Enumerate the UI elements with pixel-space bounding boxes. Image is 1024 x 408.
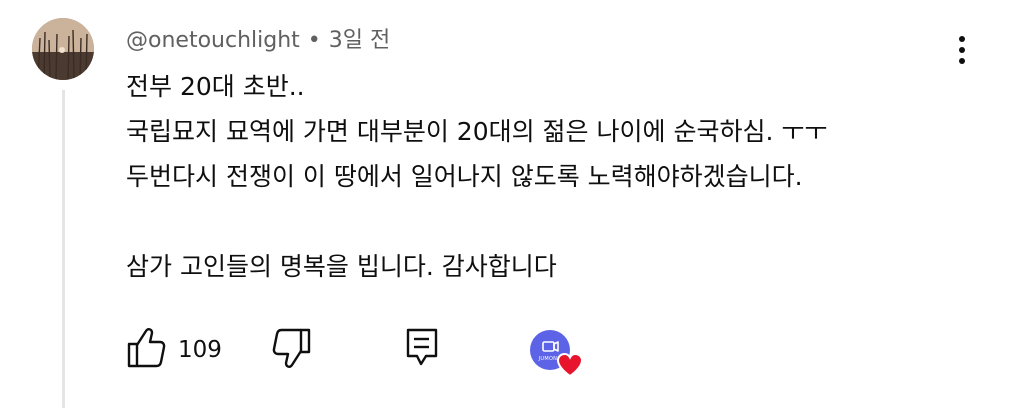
separator-dot: • bbox=[307, 28, 321, 53]
more-vert-icon bbox=[959, 36, 965, 64]
reply-button[interactable] bbox=[404, 326, 440, 374]
comment-line: 국립묘지 묘역에 가면 대부분이 20대의 젊은 나이에 순국하심. ㅜㅜ bbox=[126, 117, 828, 146]
reply-comment-icon bbox=[406, 328, 438, 366]
avatar-image bbox=[32, 18, 94, 80]
timestamp[interactable]: 3일 전 bbox=[329, 28, 390, 53]
comment-item: @onetouchlight • 3일 전 전부 20대 초반.. 국립묘지 묘역에… bbox=[0, 0, 1024, 408]
like-button[interactable] bbox=[126, 326, 166, 374]
thumb-up-icon bbox=[127, 328, 166, 368]
comment-line: 두번다시 전쟁이 이 땅에서 일어나지 않도록 노력해야하겠습니다. bbox=[126, 162, 803, 191]
comment-line-blank bbox=[126, 199, 827, 244]
comment-line: 삼가 고인들의 명복을 빕니다. 감사합니다 bbox=[126, 252, 557, 281]
author-name[interactable]: @onetouchlight bbox=[126, 28, 300, 53]
like-count: 109 bbox=[178, 337, 222, 363]
heart-icon bbox=[556, 352, 584, 378]
comment-line: 전부 20대 초반.. bbox=[126, 72, 305, 101]
creator-heart-badge[interactable]: JUMONG bbox=[530, 330, 586, 380]
comment-text: 전부 20대 초반.. 국립묘지 묘역에 가면 대부분이 20대의 젊은 나이에… bbox=[126, 64, 827, 289]
thread-line bbox=[62, 90, 65, 408]
avatar[interactable] bbox=[32, 18, 94, 80]
dislike-button[interactable] bbox=[272, 326, 312, 374]
action-menu-button[interactable] bbox=[950, 34, 974, 66]
thumb-down-icon bbox=[272, 328, 311, 368]
comment-header: @onetouchlight • 3일 전 bbox=[126, 22, 390, 54]
